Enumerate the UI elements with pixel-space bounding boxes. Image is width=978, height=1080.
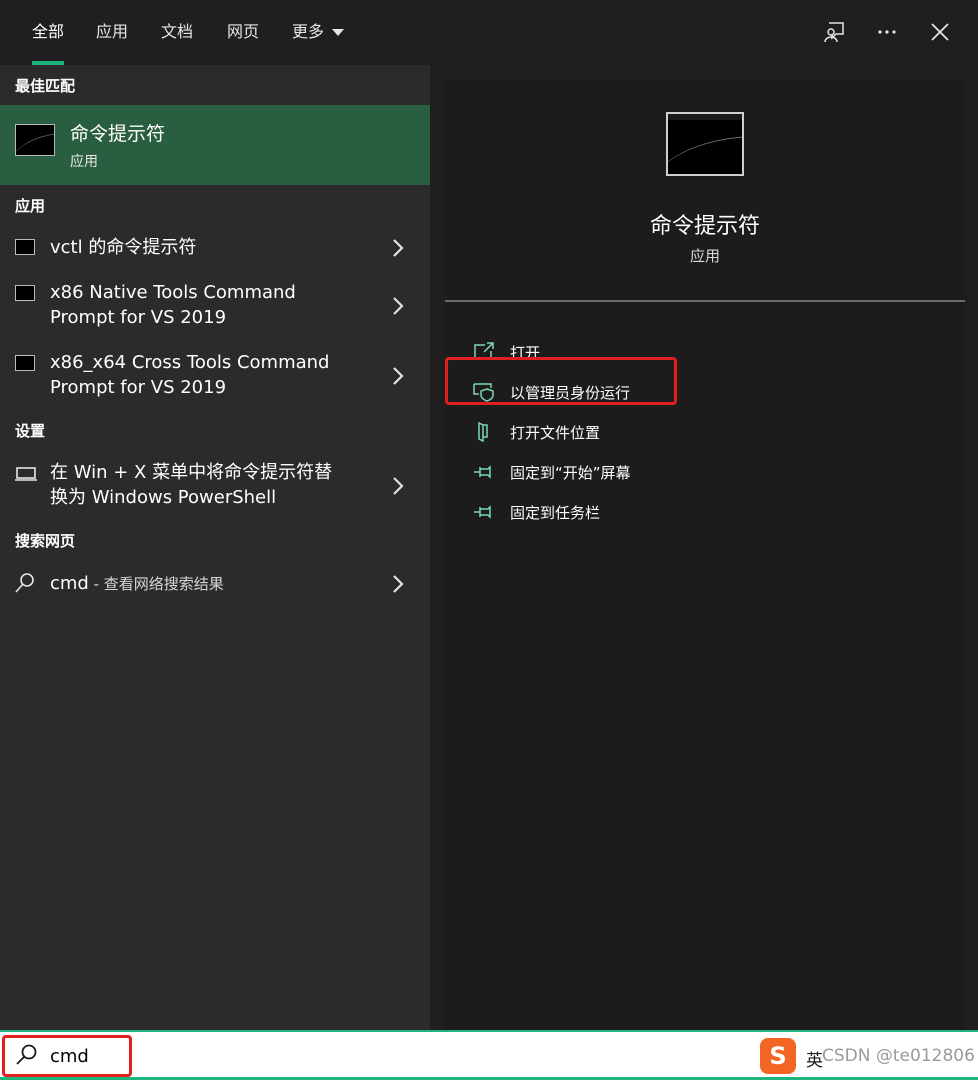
action-run-as-admin-label: 以管理员身份运行 <box>510 384 631 402</box>
settings-item-label-line2: 换为 Windows PowerShell <box>50 487 277 508</box>
best-match-title: 命令提示符 <box>70 123 166 145</box>
command-prompt-icon <box>666 112 744 176</box>
app-item-label-line1: x86 Native Tools Command <box>50 282 296 303</box>
apps-heading: 应用 <box>15 197 46 215</box>
preview-subtitle: 应用 <box>689 247 720 265</box>
feedback-icon <box>824 22 844 43</box>
chevron-right-icon <box>393 477 404 495</box>
tab-apps-label: 应用 <box>96 22 129 41</box>
sogou-ime-logo[interactable]: S <box>760 1038 796 1074</box>
chevron-right-icon <box>393 297 404 315</box>
chevron-right-icon <box>393 239 404 257</box>
divider <box>445 300 965 302</box>
top-bar: 全部 应用 文档 网页 更多 <box>0 0 978 65</box>
tab-more-label: 更多 <box>292 22 325 41</box>
web-search-item[interactable]: cmd - 查看网络搜索结果 <box>0 567 430 602</box>
results-panel: 最佳匹配 命令提示符 应用 应用 vctl 的命令提示符 x86 Native … <box>0 65 430 1030</box>
tab-apps[interactable]: 应用 <box>96 0 128 65</box>
close-button[interactable] <box>922 14 958 50</box>
app-item-label: vctl 的命令提示符 <box>50 237 197 258</box>
action-open-file-location[interactable]: 打开文件位置 <box>465 417 945 449</box>
app-item-x86-native[interactable]: x86 Native Tools Command Prompt for VS 2… <box>0 277 430 335</box>
settings-item-label-line1: 在 Win + X 菜单中将命令提示符替 <box>50 462 333 483</box>
search-icon <box>16 1044 37 1065</box>
pin-icon <box>474 505 491 519</box>
chevron-right-icon <box>393 575 404 593</box>
best-match-heading: 最佳匹配 <box>15 77 76 95</box>
chevron-right-icon <box>393 367 404 385</box>
tab-all-label: 全部 <box>32 22 65 41</box>
search-icon <box>15 573 34 593</box>
action-run-as-admin[interactable]: 以管理员身份运行 <box>465 377 945 409</box>
action-pin-to-taskbar-label: 固定到任务栏 <box>510 504 601 522</box>
ime-mode-indicator[interactable]: 英 <box>806 1046 823 1071</box>
more-options-button[interactable] <box>869 14 905 50</box>
start-search-window: 全部 应用 文档 网页 更多 最佳匹配 命令提示符 应用 应用 vctl 的命令… <box>0 0 978 1080</box>
action-open-file-location-label: 打开文件位置 <box>510 424 601 442</box>
app-item-label-line1: x86_x64 Cross Tools Command <box>50 352 330 373</box>
tab-web[interactable]: 网页 <box>227 0 259 65</box>
file-location-icon <box>478 422 488 442</box>
preview-panel: 命令提示符 应用 打开 以管理员身份运行 打开文件位置 固定到“开始”屏幕 固定… <box>430 65 978 1030</box>
pin-icon <box>474 465 491 479</box>
app-item-vctl[interactable]: vctl 的命令提示符 <box>0 230 430 265</box>
laptop-icon <box>15 467 37 481</box>
web-search-label: cmd - 查看网络搜索结果 <box>50 571 224 597</box>
open-icon <box>474 342 494 360</box>
app-item-x86-x64-cross[interactable]: x86_x64 Cross Tools Command Prompt for V… <box>0 347 430 405</box>
action-pin-to-taskbar[interactable]: 固定到任务栏 <box>465 497 945 529</box>
web-heading: 搜索网页 <box>15 532 76 550</box>
tab-documents-label: 文档 <box>161 22 194 41</box>
app-item-label-line2: Prompt for VS 2019 <box>50 307 227 328</box>
app-item-label-line2: Prompt for VS 2019 <box>50 377 227 398</box>
settings-item-winx[interactable]: 在 Win + X 菜单中将命令提示符替 换为 Windows PowerShe… <box>0 457 430 515</box>
best-match-item[interactable]: 命令提示符 应用 <box>0 105 430 185</box>
close-icon <box>931 23 949 41</box>
command-prompt-icon <box>15 124 55 156</box>
tab-all[interactable]: 全部 <box>32 0 65 65</box>
search-bar: S 英 CSDN @te012806 <box>0 1030 978 1080</box>
action-open-label: 打开 <box>510 344 541 362</box>
preview-card: 命令提示符 应用 打开 以管理员身份运行 打开文件位置 固定到“开始”屏幕 固定… <box>445 80 965 1030</box>
action-open[interactable]: 打开 <box>465 337 945 369</box>
more-icon <box>878 30 896 34</box>
preview-title: 命令提示符 <box>649 214 760 239</box>
web-search-hint: - 查看网络搜索结果 <box>88 575 224 593</box>
command-prompt-icon <box>15 285 35 301</box>
tab-web-label: 网页 <box>227 22 260 41</box>
tab-documents[interactable]: 文档 <box>161 0 193 65</box>
command-prompt-icon <box>15 355 35 371</box>
action-pin-to-start-label: 固定到“开始”屏幕 <box>510 464 631 482</box>
csdn-watermark: CSDN @te012806 <box>822 1046 975 1066</box>
settings-heading: 设置 <box>15 422 46 440</box>
web-search-query: cmd <box>50 573 89 594</box>
command-prompt-icon <box>15 239 35 255</box>
tab-more[interactable]: 更多 <box>292 0 345 65</box>
action-pin-to-start[interactable]: 固定到“开始”屏幕 <box>465 457 945 489</box>
feedback-button[interactable] <box>817 14 853 50</box>
shield-icon <box>473 383 494 402</box>
search-input[interactable] <box>50 1043 350 1069</box>
best-match-subtitle: 应用 <box>70 154 98 170</box>
chevron-down-icon <box>332 29 345 36</box>
